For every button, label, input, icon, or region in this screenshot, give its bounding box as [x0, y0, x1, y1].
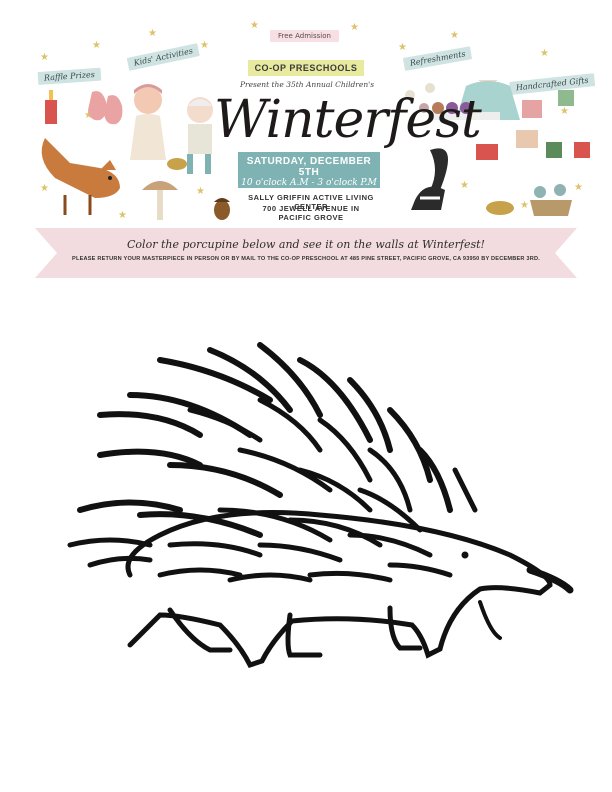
- event-date: SATURDAY, DECEMBER 5TH: [246, 156, 372, 178]
- ribbon-headline: Color the porcupine below and see it on …: [127, 238, 485, 251]
- refreshments-tag: Refreshments: [402, 46, 473, 71]
- venue-address: 700 JEWELL AVENUE IN PACIFIC GROVE: [262, 204, 360, 222]
- candle-icon: [45, 90, 57, 124]
- star-icon: ★: [250, 20, 259, 31]
- star-icon: ★: [148, 28, 157, 39]
- ribbon-banner: [35, 228, 577, 278]
- fox-icon: [41, 138, 120, 215]
- skunk-icon: [411, 148, 448, 210]
- right-hedgehog-icon: [486, 201, 514, 215]
- kids-activities-tag: Kids' Activities: [126, 43, 201, 71]
- star-icon: ★: [350, 22, 359, 33]
- ribbon-instructions: PLEASE RETURN YOUR MASTERPIECE IN PERSON…: [72, 256, 540, 262]
- star-icon: ★: [40, 52, 49, 63]
- star-icon: ★: [450, 30, 459, 41]
- porcupine-coloring-image: [67, 342, 574, 669]
- basket-icon: [530, 184, 572, 216]
- small-hedgehog-icon: [167, 158, 187, 170]
- star-icon: ★: [540, 48, 549, 59]
- event-title: Winterfest: [214, 90, 482, 150]
- star-icon: ★: [92, 40, 101, 51]
- free-admission-tag: Free Admission: [270, 30, 339, 42]
- org-banner: CO-OP PRESCHOOLS: [248, 60, 364, 76]
- date-banner: SATURDAY, DECEMBER 5TH 10 o'clock A.M - …: [238, 152, 380, 188]
- acorn-icon: [214, 198, 230, 220]
- presents-line: Present the 35th Annual Children's: [239, 80, 375, 89]
- star-icon: ★: [200, 40, 209, 51]
- star-icon: ★: [398, 42, 407, 53]
- event-time: 10 o'clock A.M - 3 o'clock P.M: [241, 178, 377, 188]
- mushroom-icon: [142, 181, 178, 220]
- mittens-icon: [88, 91, 123, 125]
